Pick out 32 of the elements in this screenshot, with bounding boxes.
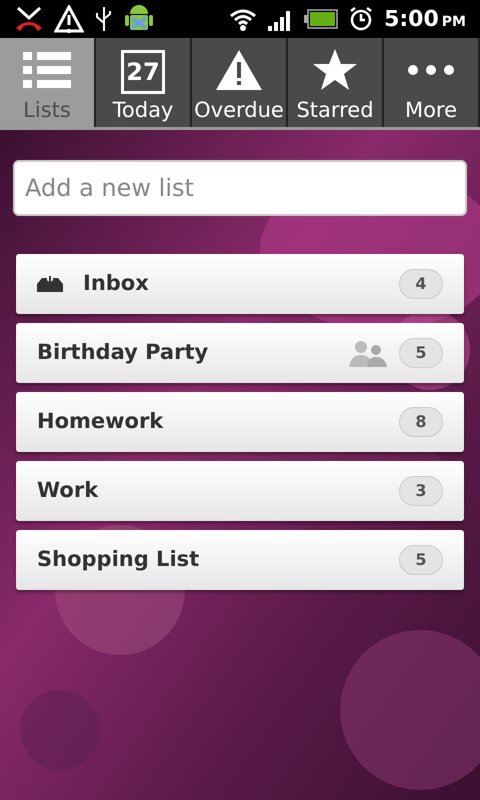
tab[interactable]: Starred xyxy=(288,38,384,127)
count-badge: 5 xyxy=(399,338,443,368)
list-row[interactable]: Work 3 xyxy=(16,461,464,521)
alarm-icon xyxy=(348,6,374,32)
warning-icon xyxy=(54,5,84,33)
count-badge: 5 xyxy=(399,545,443,575)
list-row[interactable]: Birthday Party 5 xyxy=(16,323,464,383)
list-row[interactable]: Inbox 4 xyxy=(16,254,464,314)
more-icon xyxy=(406,65,456,75)
usb-icon xyxy=(94,5,114,33)
list-row[interactable]: Shopping List 5 xyxy=(16,530,464,590)
battery-icon xyxy=(304,9,338,29)
count-badge: 3 xyxy=(399,476,443,506)
clock-time: 5:00 xyxy=(384,6,439,34)
people-icon xyxy=(349,339,387,367)
list-name: Homework xyxy=(37,408,164,436)
clock-period: PM xyxy=(442,12,466,32)
tab[interactable]: 27 Today xyxy=(96,38,192,127)
warning-icon xyxy=(214,48,264,92)
missed-call-icon xyxy=(14,6,44,32)
list-name: Work xyxy=(37,477,100,504)
tab[interactable]: More xyxy=(384,38,480,127)
count-badge: 4 xyxy=(399,269,443,299)
tray-icon xyxy=(37,276,63,292)
tab[interactable]: Overdue xyxy=(192,38,288,127)
calendar-icon: 27 xyxy=(121,50,165,94)
new-list-field[interactable]: Add a new list xyxy=(13,160,467,216)
list-row[interactable]: Homework 8 xyxy=(16,392,464,452)
list-name: Birthday Party xyxy=(37,339,210,366)
list-name: Inbox xyxy=(83,270,150,298)
list-name: Shopping List xyxy=(37,546,200,574)
count-badge: 8 xyxy=(399,407,443,437)
